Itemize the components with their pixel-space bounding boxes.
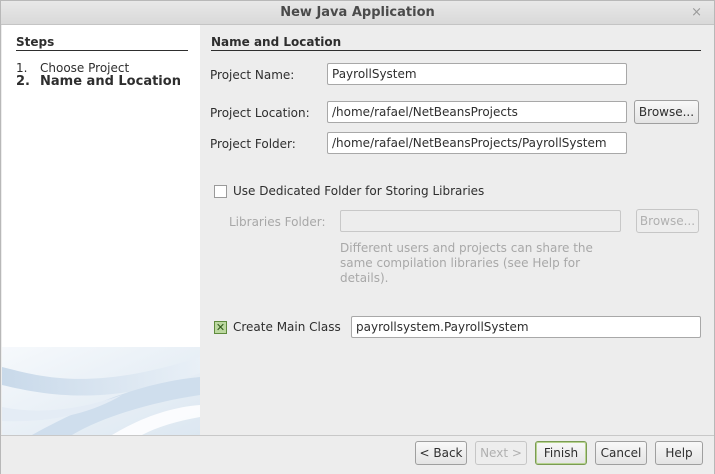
- wizard-decoration-image: [2, 347, 200, 435]
- create-main-class-checkbox[interactable]: ✕: [214, 321, 227, 334]
- step-number: 2.: [16, 74, 30, 89]
- close-icon[interactable]: ×: [691, 1, 702, 24]
- step-label: Name and Location: [40, 74, 181, 89]
- cancel-button[interactable]: Cancel: [595, 441, 647, 465]
- steps-list: 1. Choose Project 2. Name and Location: [16, 61, 181, 89]
- step-label: Choose Project: [40, 61, 130, 75]
- project-folder-field[interactable]: /home/rafael/NetBeansProjects/PayrollSys…: [327, 132, 627, 154]
- project-location-browse-button[interactable]: Browse...: [634, 100, 699, 124]
- project-name-field[interactable]: PayrollSystem: [327, 63, 627, 85]
- libraries-help-text: Different users and projects can share t…: [340, 241, 593, 286]
- steps-panel: Steps 1. Choose Project 2. Name and Locati…: [2, 25, 200, 435]
- help-line: Different users and projects can share t…: [340, 241, 593, 255]
- step-item-choose-project: 1. Choose Project: [16, 61, 181, 75]
- section-title: Name and Location: [211, 35, 701, 51]
- step-number: 1.: [16, 61, 28, 75]
- dedicated-folder-label[interactable]: Use Dedicated Folder for Storing Librari…: [233, 184, 484, 198]
- project-location-field[interactable]: /home/rafael/NetBeansProjects: [327, 101, 627, 123]
- content-panel: Name and Location Project Name: PayrollS…: [201, 25, 713, 435]
- next-button[interactable]: Next >: [475, 441, 527, 465]
- project-name-label: Project Name:: [210, 68, 295, 82]
- create-main-class-label[interactable]: Create Main Class: [233, 320, 341, 334]
- project-location-label: Project Location:: [210, 106, 310, 120]
- step-item-name-and-location: 2. Name and Location: [16, 75, 181, 89]
- finish-button[interactable]: Finish: [535, 441, 587, 465]
- main-class-field[interactable]: payrollsystem.PayrollSystem: [351, 316, 701, 338]
- button-bar: < Back Next > Finish Cancel Help: [1, 435, 714, 474]
- dialog-window: New Java Application × Steps 1. Choose Pr…: [0, 0, 715, 474]
- help-line: details).: [340, 271, 389, 285]
- steps-title: Steps: [16, 35, 188, 51]
- libraries-folder-field[interactable]: [340, 210, 621, 232]
- help-button[interactable]: Help: [655, 441, 703, 465]
- help-line: same compilation libraries (see Help for: [340, 256, 581, 270]
- libraries-folder-label: Libraries Folder:: [229, 215, 326, 229]
- title-bar: New Java Application ×: [1, 1, 714, 25]
- project-folder-label: Project Folder:: [210, 137, 296, 151]
- window-title: New Java Application: [280, 5, 435, 20]
- back-button[interactable]: < Back: [415, 441, 467, 465]
- libraries-browse-button[interactable]: Browse...: [636, 209, 699, 233]
- dedicated-folder-checkbox[interactable]: [214, 185, 227, 198]
